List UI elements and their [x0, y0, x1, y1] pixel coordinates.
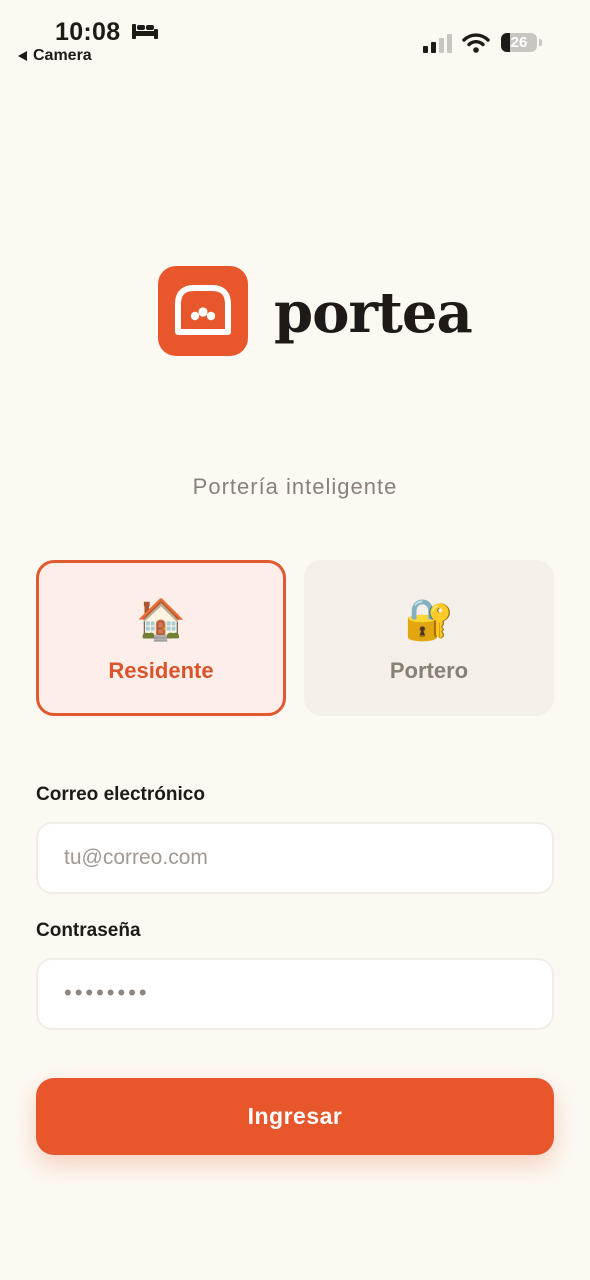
lock-key-icon: 🔐: [404, 598, 454, 642]
door-bell-icon: [175, 285, 231, 335]
house-icon: 🏠: [136, 598, 186, 642]
app-logo: [158, 266, 248, 356]
ingresar-button[interactable]: Ingresar: [36, 1078, 554, 1155]
bed-icon: [132, 24, 158, 39]
status-time: 10:08: [55, 18, 121, 46]
back-link-label: Camera: [33, 47, 92, 64]
brand-name: portea: [274, 280, 473, 346]
password-label: Contraseña: [36, 920, 141, 941]
role-card-residente[interactable]: 🏠 Residente: [36, 560, 286, 716]
role-card-portero[interactable]: 🔐 Portero: [304, 560, 554, 716]
tagline: Portería inteligente: [192, 474, 398, 499]
role-label-portero: Portero: [389, 658, 469, 683]
battery-icon: 26: [501, 33, 537, 52]
role-label-residente: Residente: [108, 658, 214, 683]
wifi-icon: [462, 33, 490, 53]
battery-level-text: 26: [510, 34, 528, 51]
battery-nub: [539, 39, 542, 46]
cellular-signal-icon: [423, 34, 452, 53]
back-arrow-icon: [18, 51, 27, 61]
email-field[interactable]: [36, 822, 554, 894]
back-to-camera-link[interactable]: Camera: [18, 47, 92, 65]
email-label: Correo electrónico: [36, 784, 205, 805]
password-field[interactable]: [36, 958, 554, 1030]
